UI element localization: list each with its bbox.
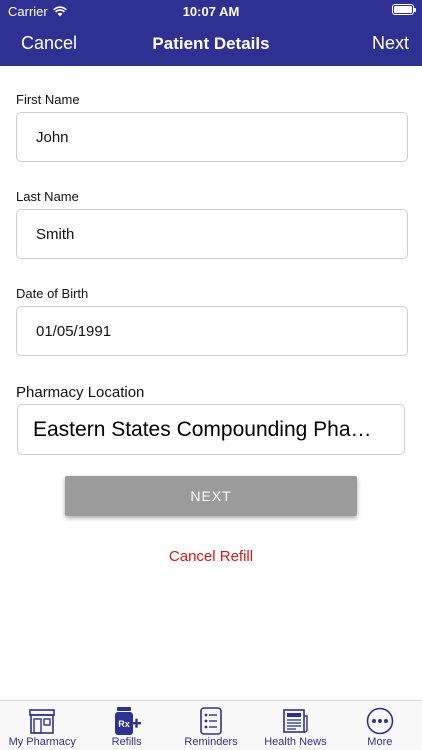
status-time: 10:07 AM <box>182 4 240 19</box>
tab-health-news[interactable]: Health News <box>253 701 337 750</box>
tab-my-pharmacy[interactable]: My Pharmacy <box>0 701 84 750</box>
navigation-bar: Cancel Patient Details Next <box>0 22 422 66</box>
dob-label: Date of Birth <box>16 286 89 301</box>
last-name-label: Last Name <box>16 189 79 204</box>
newspaper-icon <box>283 709 309 733</box>
tab-label: Refills <box>111 736 142 748</box>
first-name-field[interactable] <box>16 112 408 162</box>
tab-label: Health News <box>264 736 327 748</box>
pharmacy-location-select[interactable]: Eastern States Compounding Pha… <box>17 404 405 455</box>
tab-bar: My Pharmacy Rx Refills Reminders Health … <box>0 700 422 750</box>
tab-label: Reminders <box>184 736 238 748</box>
tab-label: My Pharmacy <box>8 736 76 748</box>
more-dots-icon <box>366 707 394 735</box>
reminders-list-icon <box>200 707 222 735</box>
next-nav-button[interactable]: Next <box>372 33 409 54</box>
battery-icon <box>392 4 416 15</box>
pharmacy-location-label: Pharmacy Location <box>16 384 145 401</box>
tab-refills[interactable]: Rx Refills <box>84 701 168 750</box>
tab-more[interactable]: More <box>338 701 422 750</box>
rx-refill-icon: Rx <box>114 707 141 735</box>
svg-text:Rx: Rx <box>118 719 130 729</box>
tab-label: More <box>367 736 393 748</box>
pharmacy-store-icon <box>29 709 56 734</box>
page-title: Patient Details <box>152 34 270 53</box>
first-name-label: First Name <box>16 92 80 107</box>
status-bar: Carrier 10:07 AM <box>0 0 422 22</box>
last-name-field[interactable] <box>16 209 408 259</box>
next-button[interactable]: NEXT <box>65 476 357 516</box>
dob-field[interactable] <box>16 306 408 356</box>
cancel-refill-link[interactable]: Cancel Refill <box>0 548 422 565</box>
tab-reminders[interactable]: Reminders <box>169 701 253 750</box>
